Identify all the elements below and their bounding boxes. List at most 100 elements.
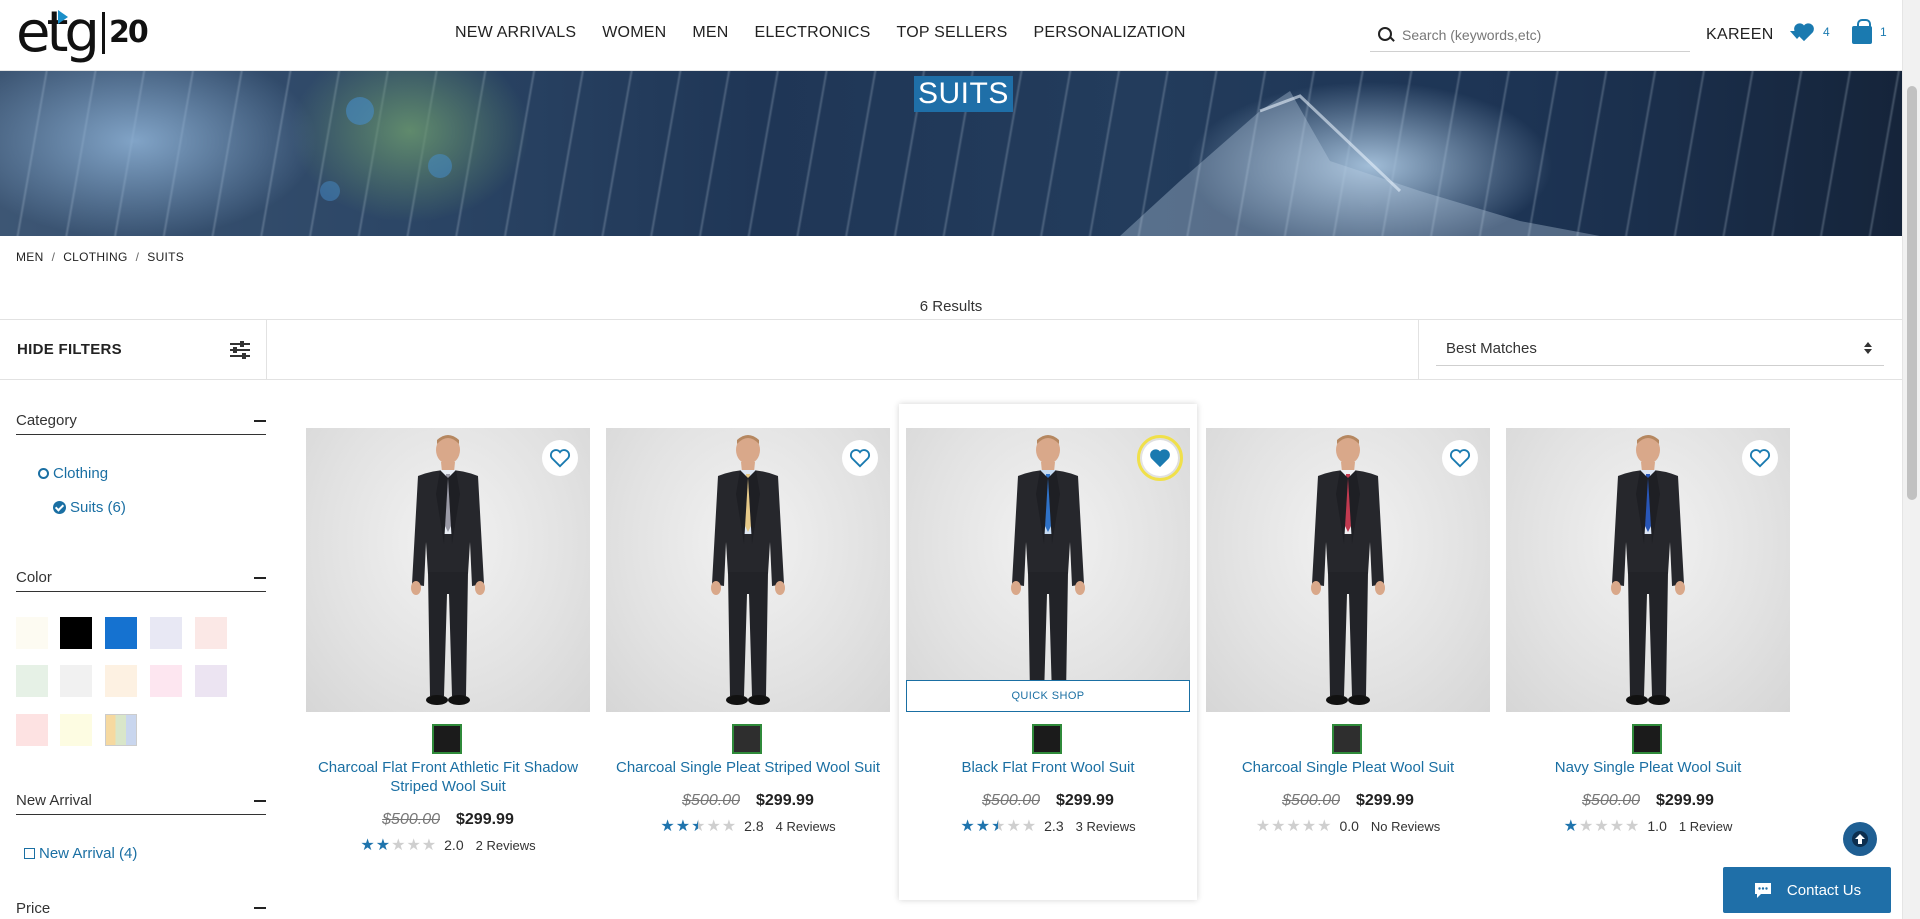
product-rating[interactable]: ★ ★ ★ ★ ★ 1.0 1 Review: [1506, 816, 1790, 836]
search-bar: [1370, 18, 1690, 52]
shopping-bag-icon: [1852, 19, 1872, 44]
sort-select[interactable]: Best Matches: [1436, 332, 1884, 366]
star-icon: ★: [421, 837, 437, 854]
hide-filters-button[interactable]: HIDE FILTERS: [0, 320, 267, 379]
color-swatch[interactable]: [150, 617, 182, 649]
product-image[interactable]: [606, 428, 890, 712]
product-color-swatch[interactable]: [732, 724, 762, 754]
filter-suits[interactable]: Suits (6): [53, 499, 126, 516]
review-count: 3 Reviews: [1075, 818, 1136, 834]
heart-filled-icon: [1150, 449, 1170, 468]
product-color-swatch[interactable]: [1032, 724, 1062, 754]
add-to-wishlist-button[interactable]: [1137, 435, 1183, 481]
nav-top-sellers[interactable]: TOP SELLERS: [897, 24, 1008, 42]
product-rating[interactable]: ★ ★ ★ ★ ★ 2.8 4 Reviews: [606, 816, 890, 836]
page-scrollbar[interactable]: [1902, 0, 1920, 919]
scrollbar-thumb[interactable]: [1907, 86, 1917, 500]
color-swatch[interactable]: [60, 714, 92, 746]
review-count: 4 Reviews: [775, 818, 836, 834]
filter-color-header[interactable]: Color: [16, 564, 266, 592]
breadcrumb-clothing[interactable]: CLOTHING: [63, 250, 127, 264]
product-name[interactable]: Black Flat Front Wool Suit: [906, 758, 1190, 777]
star-icon: ★: [1006, 818, 1021, 835]
breadcrumb: MEN / CLOTHING / SUITS: [16, 250, 184, 264]
color-swatch[interactable]: [105, 714, 137, 746]
add-to-wishlist-button[interactable]: [542, 440, 578, 476]
nav-personalization[interactable]: PERSONALIZATION: [1034, 24, 1186, 42]
collapse-minus-icon: [254, 907, 266, 909]
category-banner: SUITS: [0, 71, 1902, 236]
product-card[interactable]: Navy Single Pleat Wool Suit $500.00 $299.9…: [1506, 428, 1790, 868]
color-swatch[interactable]: [195, 665, 227, 697]
product-image[interactable]: [1506, 428, 1790, 712]
product-card[interactable]: Charcoal Single Pleat Wool Suit $500.00 $2…: [1206, 428, 1490, 868]
filter-category-header[interactable]: Category: [16, 407, 266, 435]
nav-men[interactable]: MEN: [692, 24, 728, 42]
star-icon: ★: [1021, 818, 1037, 835]
product-rating[interactable]: ★ ★ ★ ★ ★ 0.0 No Reviews: [1206, 816, 1490, 836]
add-to-wishlist-button[interactable]: [1442, 440, 1478, 476]
star-icon: ★: [1609, 818, 1625, 835]
product-name[interactable]: Charcoal Single Pleat Striped Wool Suit: [606, 758, 890, 777]
product-image[interactable]: [1206, 428, 1490, 712]
logo-play-icon: [58, 10, 68, 24]
filter-new-arrival-header[interactable]: New Arrival: [16, 787, 266, 815]
color-swatch[interactable]: [60, 665, 92, 697]
product-image[interactable]: QUICK SHOP: [906, 428, 1190, 712]
wishlist-link[interactable]: 4: [1793, 22, 1830, 42]
back-to-top-button[interactable]: [1843, 822, 1877, 856]
breadcrumb-current: SUITS: [147, 250, 185, 264]
contact-us-button[interactable]: Contact Us: [1723, 867, 1891, 913]
star-icon: ★: [960, 818, 975, 835]
product-color-swatch[interactable]: [1332, 724, 1362, 754]
search-input[interactable]: [1402, 26, 1682, 43]
color-swatch[interactable]: [60, 617, 92, 649]
filter-price-header[interactable]: Price: [16, 894, 266, 919]
breadcrumb-men[interactable]: MEN: [16, 250, 44, 264]
color-swatch[interactable]: [105, 617, 137, 649]
product-color-swatch[interactable]: [1632, 724, 1662, 754]
page-title: SUITS: [914, 76, 1013, 112]
add-to-wishlist-button[interactable]: [842, 440, 878, 476]
color-swatch[interactable]: [195, 617, 227, 649]
nav-electronics[interactable]: ELECTRONICS: [755, 24, 871, 42]
product-rating[interactable]: ★ ★ ★ ★ ★ 2.3 3 Reviews: [906, 816, 1190, 836]
collapse-minus-icon: [254, 576, 266, 579]
cart-count: 1: [1880, 25, 1887, 39]
arrow-up-icon: [1852, 831, 1868, 847]
logo[interactable]: etg 20: [16, 2, 149, 64]
product-name[interactable]: Navy Single Pleat Wool Suit: [1506, 758, 1790, 777]
filter-clothing[interactable]: Clothing: [38, 465, 108, 482]
original-price: $500.00: [1282, 792, 1340, 809]
review-count: 2 Reviews: [475, 837, 536, 853]
sort-value: Best Matches: [1446, 340, 1537, 357]
filter-new-arrival: New Arrival: [16, 787, 266, 815]
rating-stars: ★ ★ ★ ★ ★: [1564, 816, 1640, 836]
nav-women[interactable]: WOMEN: [602, 24, 666, 42]
color-swatch[interactable]: [16, 617, 48, 649]
nav-new-arrivals[interactable]: NEW ARRIVALS: [455, 24, 576, 42]
user-menu[interactable]: KAREEN: [1706, 26, 1804, 44]
product-color-swatch[interactable]: [432, 724, 462, 754]
color-swatch[interactable]: [16, 714, 48, 746]
product-price: $500.00 $299.99: [906, 792, 1190, 810]
product-rating[interactable]: ★ ★ ★ ★ ★ 2.0 2 Reviews: [306, 835, 590, 855]
heart-outline-icon: [850, 449, 870, 468]
product-image[interactable]: [306, 428, 590, 712]
color-swatch[interactable]: [16, 665, 48, 697]
add-to-wishlist-button[interactable]: [1742, 440, 1778, 476]
product-card[interactable]: Charcoal Single Pleat Striped Wool Suit $…: [606, 428, 890, 868]
original-price: $500.00: [682, 792, 740, 809]
quick-shop-button[interactable]: QUICK SHOP: [906, 680, 1190, 712]
product-card[interactable]: Charcoal Flat Front Athletic Fit Shadow …: [306, 428, 590, 868]
cart-link[interactable]: 1: [1852, 19, 1887, 44]
color-swatch[interactable]: [150, 665, 182, 697]
star-icon: ★: [675, 818, 691, 835]
search-icon[interactable]: [1376, 24, 1398, 46]
product-card[interactable]: QUICK SHOP Black Flat Front Wool Suit $500…: [899, 404, 1197, 900]
filter-new-arrival-option[interactable]: New Arrival (4): [24, 845, 137, 862]
color-swatch[interactable]: [105, 665, 137, 697]
product-name[interactable]: Charcoal Single Pleat Wool Suit: [1206, 758, 1490, 777]
product-name[interactable]: Charcoal Flat Front Athletic Fit Shadow …: [306, 758, 590, 796]
filter-price: Price: [16, 894, 266, 919]
